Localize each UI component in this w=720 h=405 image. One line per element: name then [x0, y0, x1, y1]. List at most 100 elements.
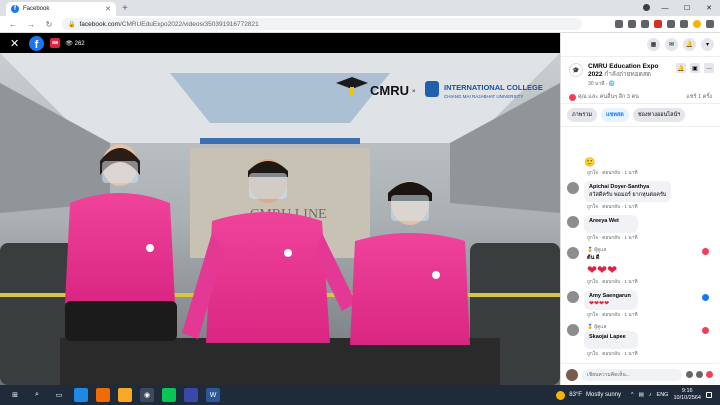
media-app-icon[interactable] [96, 388, 110, 402]
comment-actions[interactable]: ถูกใจ · ตอบกลับ · 1 นาที [587, 311, 638, 319]
avatar[interactable] [567, 182, 579, 194]
url-bar[interactable]: 🔒 facebook.com /CMRUEduExpo2022/videos/3… [62, 18, 582, 30]
commenter-name[interactable]: ต้น ดี [587, 254, 635, 262]
file-explorer-icon[interactable] [118, 388, 132, 402]
comment-input[interactable]: เขียนความคิดเห็น... [582, 368, 682, 381]
avatar[interactable] [567, 324, 579, 336]
chrome-icon[interactable]: ◉ [140, 388, 154, 402]
browser-menu-icon[interactable] [706, 20, 714, 28]
moderator-tag: 🏅 ผู้ดูแล [587, 325, 607, 330]
save-icon[interactable]: ▣ [690, 63, 700, 73]
commenter-name[interactable]: Amy Saengarun [589, 293, 633, 299]
messenger-icon[interactable]: ✉ [665, 38, 678, 51]
facebook-favicon-icon: f [11, 5, 19, 13]
tray-chevron-icon[interactable]: ^ [631, 392, 634, 398]
camera-icon[interactable] [696, 371, 703, 378]
maximize-icon[interactable]: ☐ [676, 4, 698, 12]
account-caret-icon[interactable]: ▾ [701, 38, 714, 51]
sun-icon [556, 390, 566, 400]
back-arrow-icon[interactable]: ← [8, 20, 18, 29]
avatar[interactable] [567, 216, 579, 228]
profile-avatar-icon[interactable] [693, 20, 701, 28]
clock[interactable]: 9:16 10/10/2564 [673, 388, 701, 402]
tab-live-chat[interactable]: แชทสด [601, 108, 629, 122]
comment-item: Apichai Doyer-Santhya สวัสดีครับ พ่อมอร์… [561, 179, 719, 213]
edge-icon[interactable] [74, 388, 88, 402]
line-app-icon[interactable] [162, 388, 176, 402]
zoom-icon[interactable] [628, 20, 636, 28]
comment-emoji: 🙂 [584, 157, 596, 167]
bookmark-star-icon[interactable] [641, 20, 649, 28]
shares-count[interactable]: แชร์ 1 ครั้ง [686, 93, 712, 101]
comment-reaction-icon [702, 248, 709, 255]
comment-actions[interactable]: ถูกใจ · ตอบกลับ · 1 นาที [587, 350, 638, 358]
menu-grid-icon[interactable]: ▦ [647, 38, 660, 51]
college-name: INTERNATIONAL COLLEGE [444, 83, 543, 92]
weather-widget[interactable]: 83°F Mostly sunny [556, 390, 621, 400]
puzzle-icon[interactable] [680, 20, 688, 28]
search-icon[interactable]: ⌕ [30, 388, 44, 402]
lock-icon[interactable]: 🔒 [68, 21, 75, 28]
sidebar-tabs: ภาพรวม แชทสด ช่องทางออนไลน์ฯ [561, 103, 720, 127]
translate-icon[interactable] [615, 20, 623, 28]
notifications-bell-icon[interactable]: 🔔 [683, 38, 696, 51]
comment-actions[interactable]: ถูกใจ · ตอบกลับ · 1 นาที [587, 278, 638, 286]
forward-arrow-icon[interactable]: → [26, 20, 36, 29]
commenter-name[interactable]: Skaojai Lapee [589, 334, 633, 340]
profile-indicator-icon[interactable] [643, 4, 650, 11]
close-video-icon[interactable]: ✕ [10, 37, 22, 50]
comment-actions[interactable]: ถูกใจ · ตอบกลับ · 1 นาที [587, 203, 671, 211]
minimize-icon[interactable]: — [654, 5, 676, 12]
browser-tab[interactable]: f Facebook ✕ [6, 2, 116, 16]
commenter-name[interactable]: Apichai Doyer-Santhya [589, 184, 666, 190]
new-tab-button[interactable]: + [122, 2, 128, 16]
video-top-bar: ✕ f สด 👁 262 [0, 33, 560, 53]
comment-bubble: ต้น ดี ❤❤❤ [584, 254, 638, 277]
commenter-name[interactable]: Areeya Wet [589, 218, 633, 224]
tab-close-icon[interactable]: ✕ [105, 5, 111, 13]
comment-text: สวัสดีครับ พ่อมอร์ ยากหุนต่อครับ [589, 192, 667, 198]
photos-icon[interactable] [184, 388, 198, 402]
task-view-icon[interactable]: ▭ [52, 388, 66, 402]
brand-x: × [412, 89, 416, 95]
reload-icon[interactable]: ↻ [44, 20, 54, 29]
comment-bubble: Areeya Wet [584, 215, 638, 233]
windows-taskbar: ⊞ ⌕ ▭ ◉ W 83°F Mostly sunny ^ ▤ ♪ ENG 9:… [0, 385, 720, 405]
comment-composer: เขียนความคิดเห็น... [561, 363, 719, 385]
network-icon[interactable]: ▤ [639, 392, 644, 398]
extension-icon[interactable] [667, 20, 675, 28]
language-indicator[interactable]: ENG [657, 392, 669, 398]
url-host: facebook.com [79, 20, 120, 28]
tab-overview[interactable]: ภาพรวม [567, 108, 598, 122]
love-reaction-button[interactable] [706, 371, 713, 378]
notifications-icon[interactable] [706, 392, 712, 398]
comment-actions[interactable]: ถูกใจ · ตอบกลับ · 1 นาที [587, 169, 638, 177]
facebook-logo-icon[interactable]: f [29, 35, 44, 51]
tab-online-channels[interactable]: ช่องทางออนไลน์ฯ [632, 108, 686, 122]
avatar[interactable] [566, 368, 578, 381]
composer-icons [686, 371, 713, 378]
comment-bubble: Apichai Doyer-Santhya สวัสดีครับ พ่อมอร์… [584, 181, 672, 202]
window-close-icon[interactable]: ✕ [698, 4, 720, 12]
avatar[interactable] [567, 291, 579, 303]
word-icon[interactable]: W [206, 388, 220, 402]
page-logo-icon[interactable]: 🎓 [569, 63, 583, 77]
video-player[interactable]: ✕ f สด 👁 262 CMRU × INTERNATIONAL COLLEG… [0, 33, 560, 385]
brand-cmru: CMRU [370, 83, 409, 98]
comment-body: 🙂 ถูกใจ · ตอบกลับ · 1 นาที [584, 157, 638, 177]
comment-actions[interactable]: ถูกใจ · ตอบกลับ · 1 นาที [587, 234, 638, 242]
avatar[interactable] [567, 247, 579, 259]
reactions-text[interactable]: คุณ และ คนอื่นๆ อีก 3 คน [578, 93, 639, 101]
windows-start-icon[interactable]: ⊞ [8, 388, 22, 402]
sidebar-top-actions: ▦ ✉ 🔔 ▾ [561, 33, 720, 57]
live-badge: สด [50, 38, 61, 48]
clock-time: 9:16 [681, 388, 693, 394]
volume-icon[interactable]: ♪ [649, 392, 652, 398]
pdf-extension-icon[interactable] [654, 20, 662, 28]
post-meta: 30 นาที · 🌐 [588, 81, 616, 87]
viewer-count: 👁 262 [65, 40, 85, 47]
follow-bell-icon[interactable]: 🔔 [676, 63, 686, 73]
emoji-icon[interactable] [686, 371, 693, 378]
comment-bubble: Amy Saengarun ❤❤❤❤ [584, 290, 638, 310]
more-options-icon[interactable]: … [704, 63, 714, 73]
